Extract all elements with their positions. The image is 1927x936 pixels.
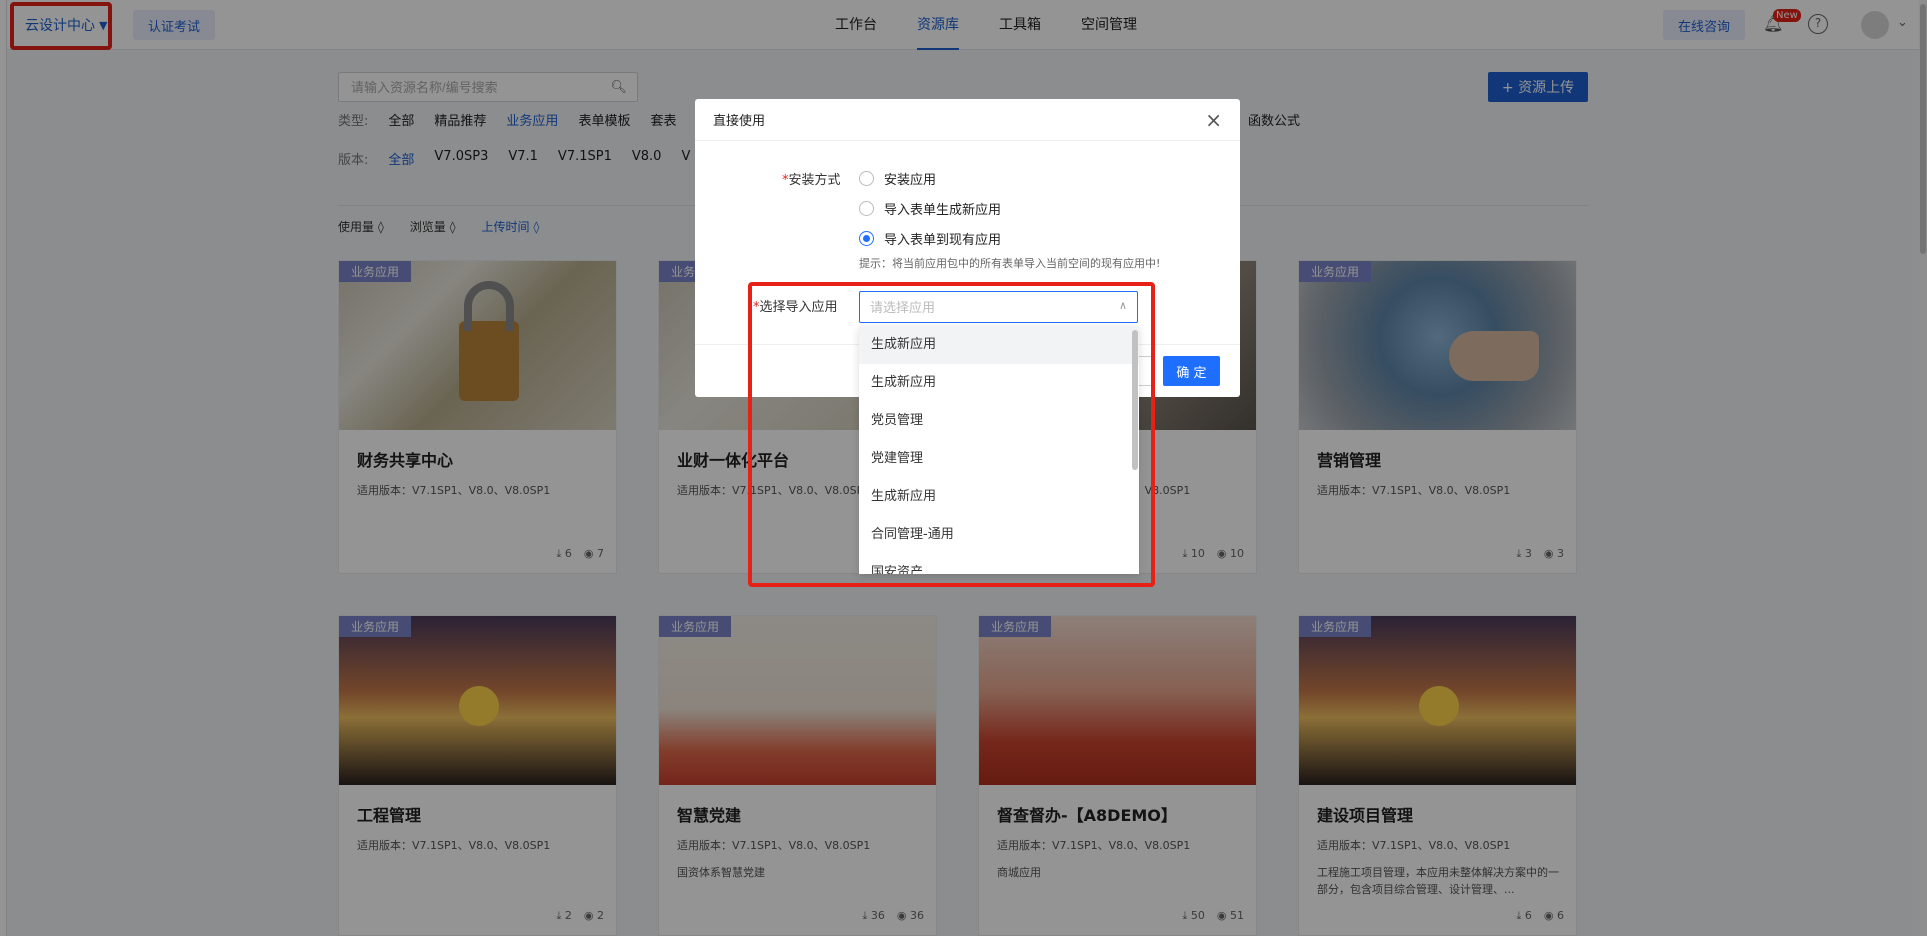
confirm-button[interactable]: 确 定 <box>1163 356 1220 386</box>
close-icon[interactable]: × <box>1205 110 1222 130</box>
radio-circle-icon <box>859 201 874 216</box>
radio-label: 安装应用 <box>884 173 937 188</box>
radio-label: 导入表单到现有应用 <box>884 233 1002 248</box>
dialog-header: 直接使用 × <box>695 99 1240 141</box>
install-method-label: *安装方式 <box>782 169 841 188</box>
install-method-text: 安装方式 <box>788 173 841 188</box>
radio-install-app[interactable]: 安装应用 <box>859 169 936 188</box>
radio-import-existing-app[interactable]: 导入表单到现有应用 <box>859 229 1001 248</box>
highlight-box-dropdown <box>748 282 1155 587</box>
radio-circle-icon <box>859 171 874 186</box>
radio-checked-icon <box>859 231 874 246</box>
dialog-title: 直接使用 <box>713 114 766 129</box>
radio-import-new-app[interactable]: 导入表单生成新应用 <box>859 199 1001 218</box>
radio-label: 导入表单生成新应用 <box>884 203 1002 218</box>
import-hint: 提示：将当前应用包中的所有表单导入当前空间的现有应用中! <box>859 257 1161 270</box>
